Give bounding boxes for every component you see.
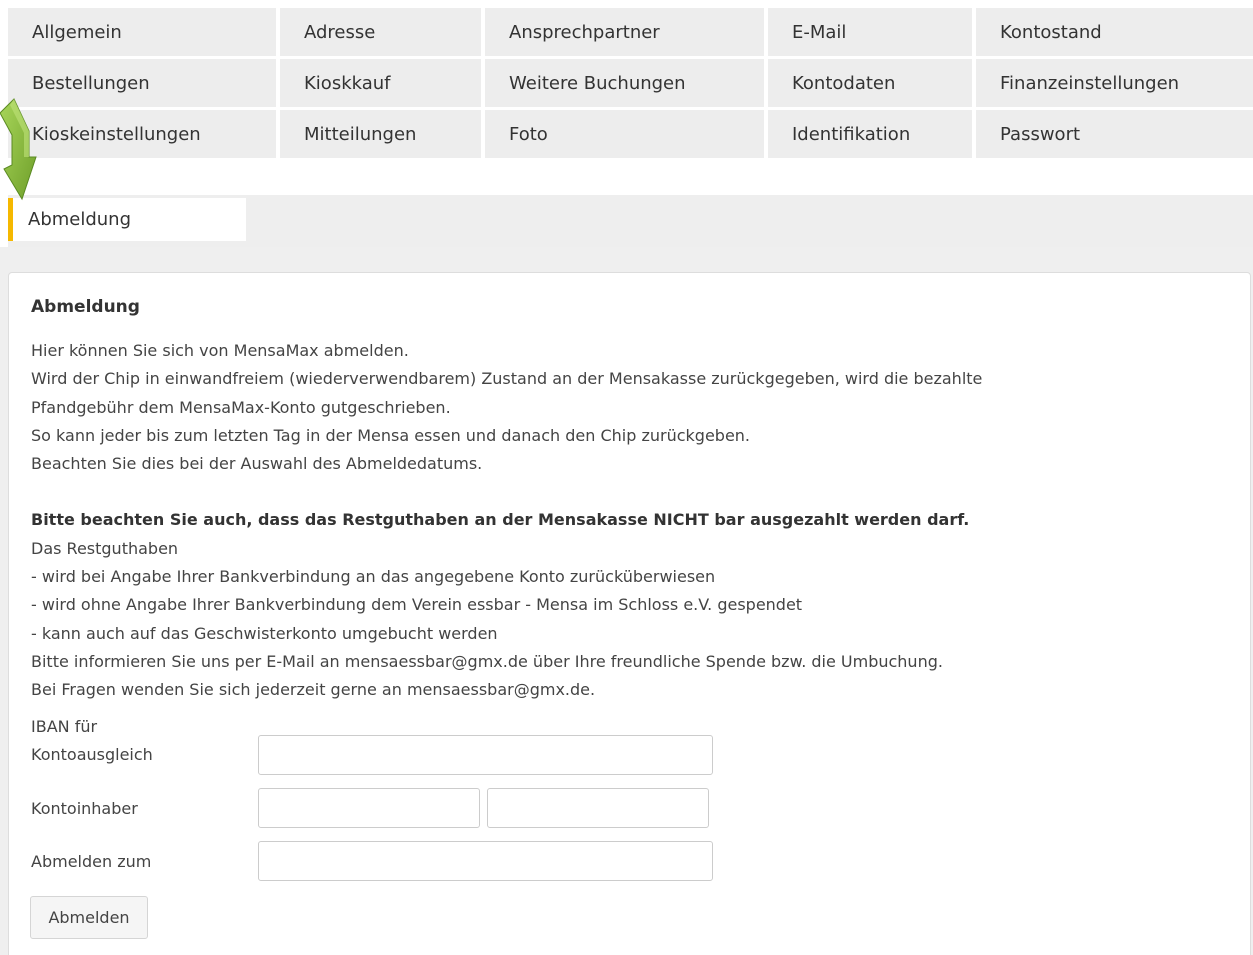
notice-line: Das Restguthaben <box>31 538 179 558</box>
kontoinhaber-first-input[interactable] <box>258 788 480 828</box>
info-paragraph: Hier können Sie sich von MensaMax abmeld… <box>31 341 409 360</box>
tab-foto[interactable]: Foto <box>485 110 764 158</box>
notice-line: - wird bei Angabe Ihrer Bankverbindung a… <box>31 567 716 587</box>
tab-mitteilungen[interactable]: Mitteilungen <box>280 110 481 158</box>
iban-label-line2: Kontoausgleich <box>31 745 153 764</box>
tab-ansprechpartner[interactable]: Ansprechpartner <box>485 8 764 56</box>
info-paragraph: Wird der Chip in einwandfreiem (wiederve… <box>31 369 983 389</box>
notice-heading: Bitte beachten Sie auch, dass das Restgu… <box>31 510 970 530</box>
tab-kontodaten[interactable]: Kontodaten <box>768 59 972 107</box>
tab-adresse[interactable]: Adresse <box>280 8 481 56</box>
tab-allgemein[interactable]: Allgemein <box>8 8 276 56</box>
active-tab-bar: Abmeldung <box>8 195 1253 247</box>
tab-finanzeinstellungen[interactable]: Finanzeinstellungen <box>976 59 1253 107</box>
iban-label-line1: IBAN für <box>31 717 98 736</box>
info-text: Hier können Sie sich von MensaMax abmeld… <box>31 337 1211 705</box>
panel-title: Abmeldung <box>31 297 140 317</box>
iban-input[interactable] <box>258 735 713 775</box>
kontoinhaber-last-input[interactable] <box>487 788 709 828</box>
abmelden-button[interactable]: Abmelden <box>30 896 148 939</box>
tab-abmeldung[interactable]: Abmeldung <box>8 198 246 241</box>
notice-line: Bitte informieren Sie uns per E-Mail an … <box>31 651 943 671</box>
kontoinhaber-label: Kontoinhaber <box>31 799 138 818</box>
tab-navigation: Allgemein Adresse Ansprechpartner E-Mail… <box>8 8 1253 158</box>
info-paragraph: Beachten Sie dies bei der Auswahl des Ab… <box>31 454 483 474</box>
notice-line: Bei Fragen wenden Sie sich jederzeit ger… <box>31 680 596 700</box>
tab-bestellungen[interactable]: Bestellungen <box>8 59 276 107</box>
tab-email[interactable]: E-Mail <box>768 8 972 56</box>
abmelden-zum-input[interactable] <box>258 841 713 881</box>
tab-kioskeinstellungen[interactable]: Kioskeinstellungen <box>8 110 276 158</box>
notice-line: - wird ohne Angabe Ihrer Bankverbindung … <box>31 595 803 615</box>
tab-weitere-buchungen[interactable]: Weitere Buchungen <box>485 59 764 107</box>
tab-kontostand[interactable]: Kontostand <box>976 8 1253 56</box>
notice-line: - kann auch auf das Geschwisterkonto umg… <box>31 623 498 643</box>
abmelden-zum-label: Abmelden zum <box>31 852 152 871</box>
tab-passwort[interactable]: Passwort <box>976 110 1253 158</box>
tab-kioskkauf[interactable]: Kioskkauf <box>280 59 481 107</box>
tab-identifikation[interactable]: Identifikation <box>768 110 972 158</box>
info-paragraph: Pfandgebühr dem MensaMax-Konto gutgeschr… <box>31 397 451 417</box>
iban-label: IBAN für Kontoausgleich <box>31 713 153 769</box>
arrow-down-icon <box>0 98 37 201</box>
info-paragraph: So kann jeder bis zum letzten Tag in der… <box>31 425 751 445</box>
abmeldung-panel: Abmeldung Hier können Sie sich von Mensa… <box>8 272 1251 955</box>
